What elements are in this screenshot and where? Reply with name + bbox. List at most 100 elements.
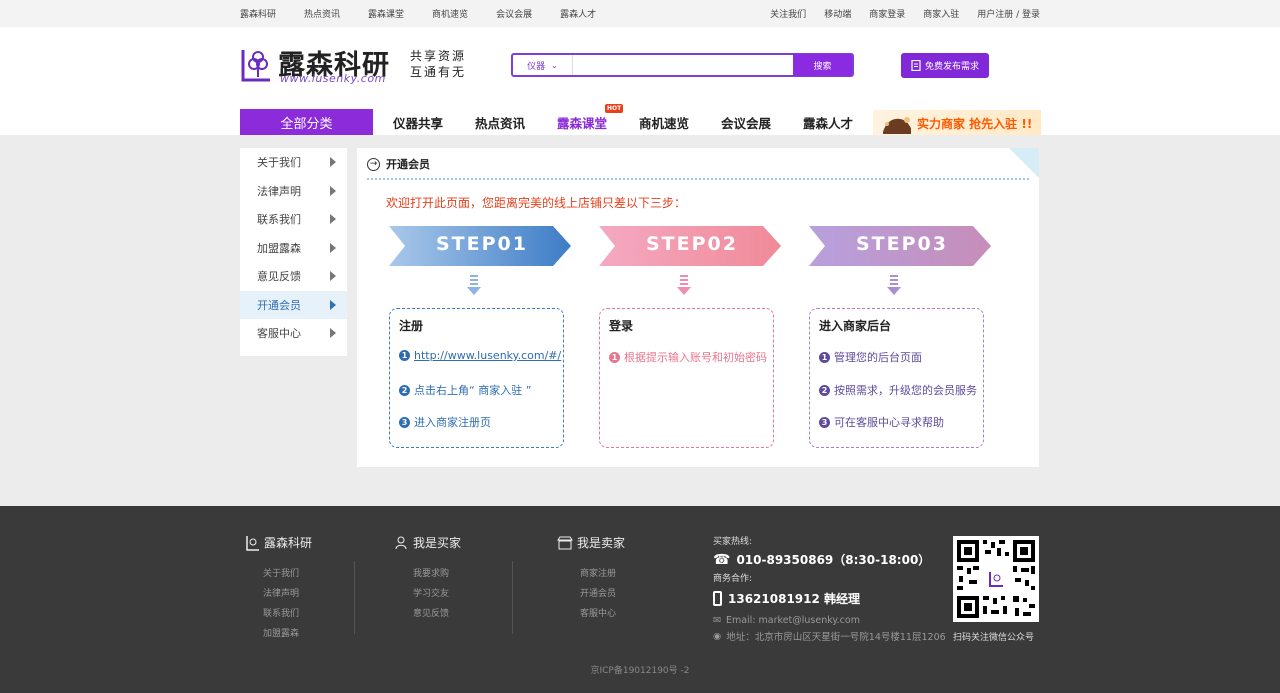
- step-item: 1 管理您的后台页面: [819, 349, 922, 365]
- slogan: 共享资源 互通有无: [410, 48, 466, 80]
- top-link-merchant-join[interactable]: 商家入驻: [923, 7, 959, 20]
- wechat-qr-code: [953, 536, 1039, 622]
- nav-item-hot-news[interactable]: 热点资讯: [475, 109, 525, 135]
- top-bar: 露森科研 热点资讯 露森课堂 商机速览 会议会展 露森人才 关注我们 移动端 商…: [0, 0, 1280, 27]
- footer-link[interactable]: 学习交友: [413, 584, 449, 604]
- top-link-classroom[interactable]: 露森课堂: [368, 7, 404, 20]
- step-item-text: 根据提示输入账号和初始密码: [624, 351, 767, 364]
- footer-col-title: 我是卖家: [577, 536, 626, 550]
- sidebar-item-contact[interactable]: 联系我们: [240, 205, 347, 234]
- footer-link[interactable]: 法律声明: [263, 584, 299, 604]
- top-link-conference[interactable]: 会议会展: [496, 7, 532, 20]
- content-panel: → 开通会员 欢迎打开此页面，您距离完美的线上店铺只差以下三步： STEP01 …: [357, 148, 1039, 467]
- step-box-heading: 进入商家后台: [819, 319, 892, 333]
- site-logo[interactable]: 露森科研 www.lusenky.com: [240, 46, 400, 86]
- footer-link[interactable]: 关于我们: [263, 564, 299, 584]
- site-link[interactable]: http://www.lusenky.com/#/: [414, 349, 561, 362]
- nav-item-business[interactable]: 商机速览: [639, 109, 689, 135]
- logo-mark-icon: [241, 50, 270, 82]
- mail-icon: ✉: [713, 615, 721, 626]
- email-row: ✉ Email: market@lusenky.com: [713, 615, 946, 626]
- triangle-right-icon: [330, 185, 336, 196]
- top-link-business[interactable]: 商机速览: [432, 7, 468, 20]
- search-input[interactable]: [573, 55, 793, 75]
- footer-col-seller: 我是卖家: [557, 534, 625, 551]
- step-box-register: 注册 1 http://www.lusenky.com/#/ 2 点击右上角“ …: [389, 308, 564, 448]
- buyer-hotline-number: 010-89350869（8:30-18:00）: [736, 553, 931, 567]
- footer-col-buyer: 我是买家: [395, 534, 461, 551]
- merchant-join-banner[interactable]: 实力商家 抢先入驻 !!: [873, 110, 1041, 135]
- triangle-right-icon: [330, 271, 336, 281]
- sidebar-item-membership[interactable]: 开通会员: [240, 290, 347, 319]
- number-2-icon: 2: [399, 384, 410, 396]
- publish-demand-button[interactable]: 免费发布需求: [901, 53, 989, 78]
- step-item: 1 http://www.lusenky.com/#/: [399, 349, 561, 362]
- all-categories-button[interactable]: 全部分类: [240, 109, 373, 135]
- hot-badge: HOT: [605, 104, 624, 113]
- nav-item-conference[interactable]: 会议会展: [721, 109, 771, 135]
- footer-contact: 买家热线: ☎ 010-89350869（8:30-18:00） 商务合作: 1…: [713, 534, 946, 643]
- sidebar-item-join[interactable]: 加盟露森: [240, 234, 347, 263]
- down-arrow-icon: [467, 275, 481, 295]
- publish-demand-label: 免费发布需求: [924, 62, 979, 72]
- nav-item-instrument-share[interactable]: 仪器共享: [393, 109, 443, 135]
- icp-record[interactable]: 京ICP备19012190号 -2: [0, 663, 1280, 676]
- top-link-mobile[interactable]: 移动端: [824, 7, 851, 20]
- hand-pointer-icon: [883, 117, 911, 134]
- top-link-merchant-login[interactable]: 商家登录: [869, 7, 905, 20]
- nav-item-classroom[interactable]: 露森课堂 HOT: [557, 104, 624, 135]
- footer-link[interactable]: 加盟露森: [263, 624, 299, 644]
- biz-phone: 13621081912 韩经理: [713, 590, 946, 607]
- triangle-right-icon: [330, 157, 336, 167]
- step-item: 1 根据提示输入账号和初始密码: [609, 349, 767, 365]
- top-link-user-register-login[interactable]: 用户注册 / 登录: [977, 7, 1040, 20]
- number-1-icon: 1: [819, 351, 830, 363]
- sidebar-item-label: 法律声明: [257, 184, 301, 198]
- top-link-lusen[interactable]: 露森科研: [240, 7, 276, 20]
- sidebar-item-about[interactable]: 关于我们: [240, 148, 347, 177]
- sidebar-item-label: 客服中心: [257, 327, 301, 341]
- footer-link[interactable]: 客服中心: [580, 604, 616, 624]
- footer-col-heading: 我是卖家: [557, 534, 625, 551]
- banner-text: 实力商家 抢先入驻 !!: [917, 117, 1033, 131]
- footer-link[interactable]: 商家注册: [580, 564, 616, 584]
- email-text[interactable]: Email: market@lusenky.com: [726, 615, 860, 626]
- triangle-right-icon: [330, 214, 336, 224]
- top-link-follow-us[interactable]: 关注我们: [770, 7, 806, 20]
- nav-item-talent[interactable]: 露森人才: [803, 109, 853, 135]
- down-arrow-icon: [887, 275, 901, 295]
- search-button[interactable]: 搜索: [793, 54, 852, 76]
- phone-icon: ☎: [713, 551, 731, 568]
- top-link-talent[interactable]: 露森人才: [560, 7, 596, 20]
- biz-label: 商务合作:: [713, 574, 753, 584]
- top-link-news[interactable]: 热点资讯: [304, 7, 340, 20]
- step-box-heading: 登录: [609, 319, 634, 333]
- header: 露森科研 www.lusenky.com 共享资源 互通有无 仪器 ⌄ 搜索 免…: [0, 27, 1280, 135]
- top-bar-left-links: 露森科研 热点资讯 露森课堂 商机速览 会议会展 露森人才: [240, 0, 624, 27]
- step-box-login: 登录 1 根据提示输入账号和初始密码: [599, 308, 774, 448]
- logo-mark-icon: [246, 535, 259, 551]
- step-item-text: 点击右上角“ 商家入驻 ”: [414, 384, 532, 397]
- footer-link[interactable]: 意见反馈: [413, 604, 449, 624]
- step-label-1: STEP01: [436, 233, 528, 255]
- mobile-icon: [713, 591, 722, 606]
- footer-links-seller: 商家注册 开通会员 客服中心: [580, 564, 616, 624]
- qr-code-icon: [957, 540, 1035, 618]
- sidebar-item-feedback[interactable]: 意见反馈: [240, 262, 347, 291]
- footer-link[interactable]: 联系我们: [263, 604, 299, 624]
- sidebar-item-label: 加盟露森: [257, 241, 301, 255]
- logo-url: www.lusenky.com: [280, 72, 386, 85]
- sidebar-item-service[interactable]: 客服中心: [240, 319, 347, 348]
- search-category-select[interactable]: 仪器 ⌄: [513, 55, 573, 75]
- step-item: 2 按照需求，升级您的会员服务: [819, 382, 977, 398]
- footer-links-lusen: 关于我们 法律声明 联系我们 加盟露森: [263, 564, 299, 644]
- qr-caption: 扫码关注微信公众号: [953, 633, 1035, 643]
- footer-link[interactable]: 我要求购: [413, 564, 449, 584]
- footer-divider: [354, 561, 355, 634]
- step-item-text: 管理您的后台页面: [834, 351, 922, 364]
- footer-link[interactable]: 开通会员: [580, 584, 616, 604]
- step-label-3: STEP03: [856, 233, 948, 255]
- sidebar-item-legal[interactable]: 法律声明: [240, 177, 347, 206]
- step-item-text: 可在客服中心寻求帮助: [834, 416, 944, 429]
- step-label-2: STEP02: [646, 233, 738, 255]
